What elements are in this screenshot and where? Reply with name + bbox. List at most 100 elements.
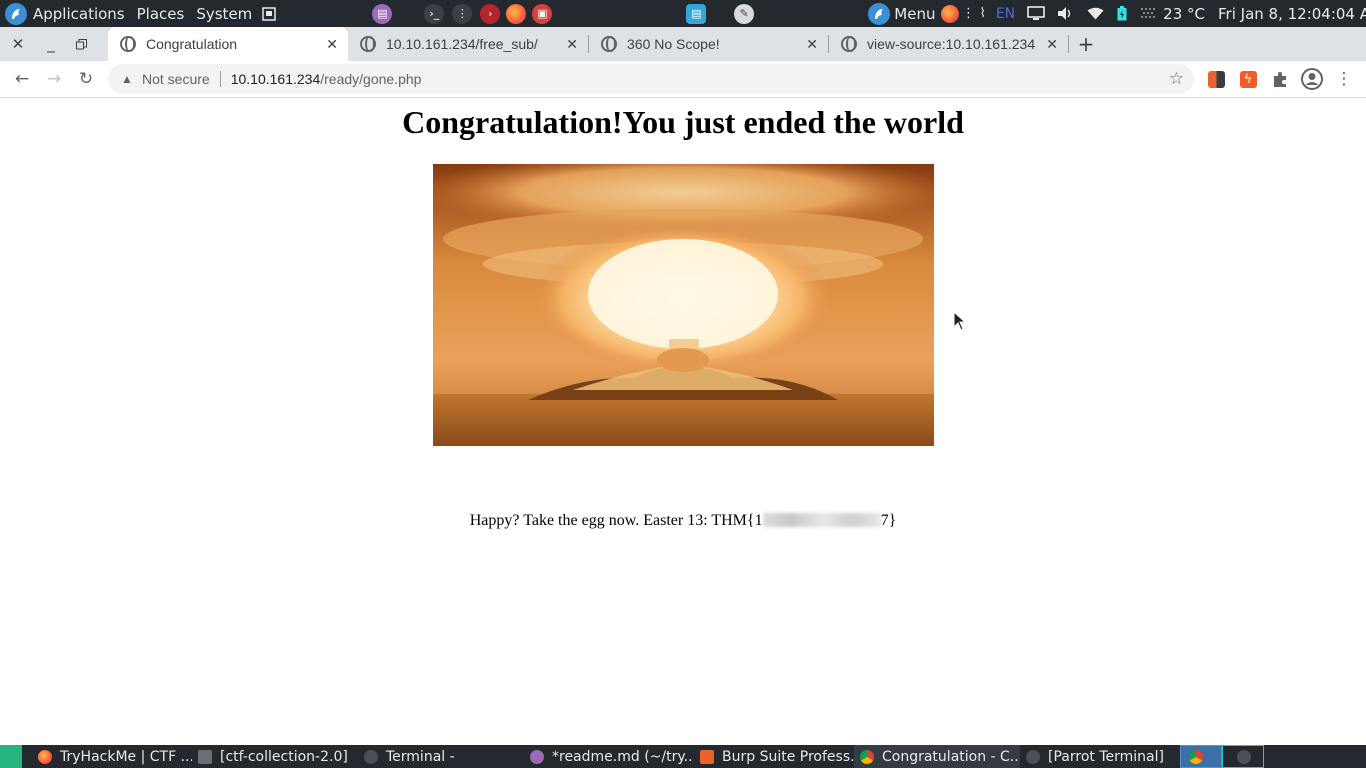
battery-icon bbox=[1117, 6, 1127, 21]
wifi-icon bbox=[1087, 7, 1104, 20]
show-desktop-icon bbox=[262, 6, 277, 21]
firefox-launcher-icon bbox=[506, 3, 527, 24]
launcher-firefox[interactable] bbox=[506, 0, 527, 27]
tab-close-icon[interactable]: ✕ bbox=[806, 36, 818, 53]
keyboard-layout[interactable]: EN bbox=[996, 0, 1015, 27]
url-host: 10.10.161.234 bbox=[230, 71, 321, 87]
tray-battery[interactable] bbox=[1117, 0, 1127, 27]
window-restore-button[interactable] bbox=[66, 27, 96, 61]
puzzle-icon bbox=[1273, 71, 1286, 87]
weather-fog-icon bbox=[1141, 7, 1156, 18]
tab-360-no-scope[interactable]: 360 No Scope! ✕ bbox=[589, 27, 828, 61]
security-status[interactable]: Not secure bbox=[142, 71, 210, 87]
taskbar-item-tryhackme[interactable]: TryHackMe | CTF ... bbox=[32, 745, 192, 768]
reload-button[interactable]: ↻ bbox=[70, 63, 102, 95]
tab-close-icon[interactable]: ✕ bbox=[566, 36, 578, 53]
clock[interactable]: Fri Jan 8, 12:04:04 AM bbox=[1218, 0, 1366, 27]
nuclear-explosion-image bbox=[433, 164, 934, 446]
minimize-icon: _ bbox=[47, 35, 55, 53]
show-desktop-button[interactable] bbox=[262, 0, 277, 27]
terminal-icon bbox=[1237, 749, 1251, 764]
forward-button[interactable]: → bbox=[38, 63, 70, 95]
launcher-text-editor[interactable]: ▤ bbox=[372, 0, 393, 27]
workspace-1[interactable] bbox=[1180, 745, 1222, 768]
arrow-left-icon: ← bbox=[14, 69, 30, 89]
extension-cookie-button[interactable] bbox=[1200, 63, 1232, 95]
system-menu[interactable]: System bbox=[196, 0, 252, 27]
workspace-switcher[interactable] bbox=[0, 745, 22, 768]
reload-icon: ↻ bbox=[78, 69, 94, 89]
taskbar-item-label: Terminal - bbox=[386, 748, 455, 765]
system-label: System bbox=[196, 4, 253, 23]
tab-title: Congratulation bbox=[146, 36, 238, 52]
tray-wifi[interactable] bbox=[1087, 0, 1104, 27]
address-bar[interactable]: ▲ Not secure 10.10.161.234/ready/gone.ph… bbox=[108, 64, 1194, 94]
tray-firefox[interactable] bbox=[941, 0, 960, 27]
cookie-extension-icon bbox=[1207, 70, 1225, 88]
monitor-icon bbox=[1027, 6, 1045, 20]
menu-label: Menu bbox=[894, 4, 936, 23]
taskbar-item-ctf-collection[interactable]: [ctf-collection-2.0] bbox=[192, 745, 358, 768]
tab-close-icon[interactable]: ✕ bbox=[326, 36, 338, 53]
root-terminal-launcher-icon: ⋮ bbox=[452, 3, 473, 24]
profile-button[interactable] bbox=[1296, 63, 1328, 95]
applications-label: Applications bbox=[33, 4, 125, 23]
extension-wappalyzer-button[interactable]: ϟ bbox=[1232, 63, 1264, 95]
keyboard-layout-label: EN bbox=[995, 5, 1016, 22]
launcher-red-terminal[interactable]: › bbox=[480, 0, 501, 27]
taskbar-item-label: *readme.md (~/try... bbox=[552, 748, 694, 765]
browser-tab-strip: ✕ _ Congratulation ✕ 10.10.161.234/free_… bbox=[0, 27, 1366, 61]
avatar-icon bbox=[1301, 68, 1323, 90]
window-close-button[interactable]: ✕ bbox=[0, 27, 36, 61]
notes-launcher-icon: ▤ bbox=[686, 3, 707, 24]
taskbar-item-parrot-terminal[interactable]: [Parrot Terminal] bbox=[1020, 745, 1180, 768]
tab-congratulation[interactable]: Congratulation ✕ bbox=[108, 27, 348, 61]
menu-parrot-icon bbox=[868, 2, 891, 25]
chrome-icon bbox=[1189, 749, 1203, 764]
workspace-2[interactable] bbox=[1222, 745, 1264, 768]
places-menu[interactable]: Places bbox=[137, 0, 185, 27]
menu-button[interactable]: Menu bbox=[868, 0, 935, 27]
firefox-tray-icon bbox=[941, 4, 960, 23]
tab-close-icon[interactable]: ✕ bbox=[1046, 36, 1058, 53]
window-minimize-button[interactable]: _ bbox=[36, 27, 66, 61]
chrome-icon bbox=[860, 749, 874, 764]
launcher-tool[interactable]: ✎ bbox=[734, 0, 755, 27]
globe-icon bbox=[601, 36, 617, 52]
red-terminal-launcher-icon: › bbox=[480, 3, 501, 24]
extensions-button[interactable] bbox=[1264, 63, 1296, 95]
back-button[interactable]: ← bbox=[6, 63, 38, 95]
tab-view-source[interactable]: view-source:10.10.161.234 ✕ bbox=[829, 27, 1068, 61]
weather[interactable]: 23 °C bbox=[1141, 0, 1205, 27]
launcher-root-terminal[interactable]: ⋮ bbox=[452, 0, 473, 27]
address-separator bbox=[219, 71, 221, 87]
applications-menu[interactable]: Applications bbox=[0, 0, 125, 27]
browser-menu-button[interactable]: ⋮ bbox=[1328, 63, 1360, 95]
taskbar-item-congratulation[interactable]: Congratulation - C... bbox=[854, 745, 1020, 768]
clock-label: Fri Jan 8, 12:04:04 AM bbox=[1218, 4, 1366, 23]
bookmark-star-icon[interactable]: ☆ bbox=[1169, 69, 1184, 89]
taskbar-item-burp[interactable]: Burp Suite Profess... bbox=[694, 745, 854, 768]
terminal-launcher-icon: ›_ bbox=[424, 3, 445, 24]
bolt-extension-icon: ϟ bbox=[1239, 70, 1257, 88]
new-tab-button[interactable]: + bbox=[1069, 27, 1103, 61]
launcher-red-app[interactable]: ▣ bbox=[532, 0, 553, 27]
arrow-right-icon: → bbox=[46, 69, 62, 89]
close-icon: ✕ bbox=[11, 35, 25, 53]
tray-clip[interactable]: ⌇ bbox=[979, 0, 985, 27]
tray-volume[interactable] bbox=[1057, 0, 1074, 27]
globe-icon bbox=[360, 36, 376, 52]
warning-triangle-icon[interactable]: ▲ bbox=[112, 72, 142, 86]
more-vertical-icon: ⋮ bbox=[1335, 69, 1353, 89]
tray-display[interactable] bbox=[1027, 0, 1045, 27]
web-page: Congratulation!You just ended the world bbox=[0, 98, 1366, 745]
taskbar-handle[interactable]: ⋮ bbox=[22, 745, 32, 768]
taskbar-item-terminal[interactable]: Terminal - bbox=[358, 745, 524, 768]
launcher-terminal[interactable]: ›_ bbox=[424, 0, 445, 27]
text-editor-launcher-icon: ▤ bbox=[372, 3, 393, 24]
tab-free-sub[interactable]: 10.10.161.234/free_sub/ ✕ bbox=[348, 27, 588, 61]
easter-egg-prefix: Happy? Take the egg now. Easter 13: THM{… bbox=[469, 512, 763, 529]
tray-more[interactable]: ⋮ bbox=[962, 0, 975, 27]
taskbar-item-readme[interactable]: *readme.md (~/try... bbox=[524, 745, 694, 768]
launcher-notes[interactable]: ▤ bbox=[686, 0, 707, 27]
